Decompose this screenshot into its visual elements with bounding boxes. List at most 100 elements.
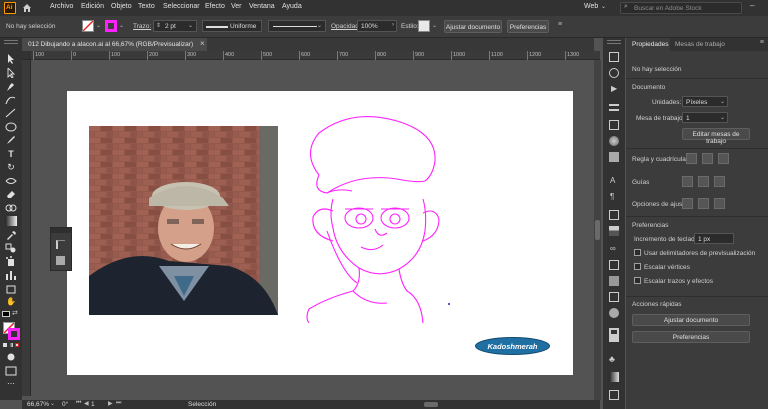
home-icon[interactable] — [22, 3, 32, 13]
drawing-modes-icon[interactable] — [5, 352, 17, 362]
edit-toolbar-icon[interactable]: ⋯ — [5, 380, 17, 390]
asset-export-icon[interactable] — [609, 390, 619, 400]
layers-stack-icon[interactable] — [609, 334, 619, 342]
stroke-swatch-icon[interactable] — [105, 20, 117, 32]
scale-strokes-checkbox[interactable] — [634, 277, 641, 284]
stock-search[interactable]: ⌕ Buscar en Adobe Stock — [620, 2, 742, 14]
graphic-style-swatch[interactable] — [418, 20, 430, 32]
floating-panel-header[interactable] — [51, 228, 71, 233]
vector-line-drawing[interactable] — [297, 113, 462, 323]
snap-to-glyph-icon[interactable] — [714, 198, 725, 209]
lock-guides-icon[interactable] — [698, 176, 709, 187]
smart-guides-icon[interactable] — [714, 176, 725, 187]
column-graph-tool-icon[interactable] — [5, 270, 17, 280]
transparency-panel-icon[interactable] — [609, 308, 619, 318]
stroke-weight-chevron-icon[interactable]: ⌄ — [188, 22, 193, 29]
menu-item-efecto[interactable]: Efecto — [205, 3, 225, 10]
selection-tool-icon[interactable] — [5, 54, 17, 64]
keyboard-increment-field[interactable]: 1 px — [694, 233, 734, 244]
rotation-angle[interactable]: 0° — [62, 401, 68, 408]
opacity-chevron-icon[interactable]: › — [392, 22, 394, 28]
fill-stroke-default-icon[interactable] — [2, 311, 10, 317]
stroke-label[interactable]: Trazo: — [133, 23, 151, 30]
panel-menu-icon[interactable]: ≡ — [558, 21, 562, 28]
menu-item-texto[interactable]: Texto — [138, 3, 155, 10]
panel-options-icon[interactable]: ≡ — [760, 39, 764, 46]
zoom-chevron-icon[interactable]: ⌄ — [50, 400, 55, 407]
rotate-tool-icon[interactable]: ↻ — [5, 162, 17, 172]
zoom-level[interactable]: 66,67% — [27, 401, 49, 408]
transform-icon[interactable] — [56, 256, 65, 265]
graphic-styles-icon[interactable] — [609, 276, 619, 286]
ellipse-tool-icon[interactable] — [5, 122, 17, 132]
ruler-origin-corner[interactable] — [22, 51, 31, 59]
stroke-chevron-icon[interactable]: ⌄ — [119, 22, 124, 29]
vertical-scroll-thumb[interactable] — [595, 220, 600, 240]
snap-to-point-icon[interactable] — [682, 198, 693, 209]
strip-collapse-icon[interactable] — [607, 40, 621, 44]
opacity-field[interactable]: 100% › — [357, 20, 397, 32]
artboard-number[interactable]: 1 — [91, 401, 95, 408]
document-tab[interactable]: 012 Dibujando a alacon.ai al 66,67% (RGB… — [22, 38, 207, 51]
curvature-tool-icon[interactable] — [5, 95, 17, 105]
preferences-button[interactable]: Preferencias — [507, 20, 549, 33]
menu-item-seleccionar[interactable]: Seleccionar — [163, 3, 200, 10]
gradient-panel-icon[interactable] — [609, 372, 619, 382]
quick-preferences-button[interactable]: Preferencias — [632, 331, 750, 343]
prev-artboard-icon[interactable]: ◀ — [84, 400, 89, 407]
tab-properties[interactable]: Propiedades — [626, 38, 670, 51]
color-mode-buttons[interactable] — [3, 343, 19, 348]
variable-width-profile-select[interactable]: ⌄ — [268, 20, 326, 32]
appearance-panel-icon[interactable] — [609, 226, 619, 236]
actions-play-icon[interactable]: ▶ — [611, 84, 617, 93]
show-guides-icon[interactable] — [682, 176, 693, 187]
pen-tool-icon[interactable] — [5, 82, 17, 92]
fill-chevron-icon[interactable]: ⌄ — [96, 22, 101, 29]
glyphs-panel-icon[interactable] — [609, 210, 619, 220]
swap-fill-stroke-icon[interactable]: ⇄ — [12, 309, 18, 317]
color-guide-icon[interactable] — [609, 136, 619, 146]
gradient-tool-icon[interactable] — [5, 216, 17, 226]
snap-to-pixel-icon[interactable] — [698, 198, 709, 209]
color-mode-color-icon[interactable] — [3, 343, 7, 347]
direct-selection-tool-icon[interactable] — [5, 66, 17, 79]
layers-panel-icon[interactable] — [609, 104, 619, 111]
brush-profile-select[interactable]: Uniforme — [202, 20, 262, 32]
menu-item-archivo[interactable]: Archivo — [50, 3, 73, 10]
blend-tool-icon[interactable] — [5, 243, 17, 253]
type-tool-icon[interactable]: T — [5, 149, 17, 159]
first-artboard-icon[interactable]: ⏮ — [76, 400, 81, 407]
artboard-tool-icon[interactable] — [5, 284, 17, 294]
hand-tool-icon[interactable]: ✋ — [5, 297, 17, 307]
eraser-tool-icon[interactable] — [5, 189, 17, 199]
line-segment-tool-icon[interactable] — [5, 108, 17, 118]
brushes-panel-icon[interactable] — [609, 260, 619, 270]
quick-adjust-document-button[interactable]: Ajustar documento — [632, 314, 750, 326]
style-chevron-icon[interactable]: ⌄ — [432, 22, 437, 29]
libraries-panel-icon[interactable] — [609, 68, 619, 78]
shape-builder-tool-icon[interactable] — [5, 203, 17, 213]
paintbrush-tool-icon[interactable] — [5, 135, 17, 145]
scale-corners-checkbox[interactable] — [634, 263, 641, 270]
properties-panel-icon[interactable] — [609, 52, 619, 62]
stroke-color-swatch[interactable] — [8, 328, 20, 340]
symbols-panel-icon[interactable]: ♣ — [609, 354, 615, 364]
artboard[interactable]: Kadoshmerah — [67, 91, 573, 375]
edit-artboards-button[interactable]: Editar mesas de trabajo — [682, 128, 750, 145]
menu-item-ayuda[interactable]: Ayuda — [282, 3, 302, 10]
swatches-panel-icon[interactable] — [609, 152, 619, 162]
grid-toggle-icon[interactable] — [702, 153, 713, 164]
fill-swatch-icon[interactable] — [82, 20, 94, 32]
tab-artboards[interactable]: Mesas de trabajo — [675, 41, 725, 48]
preview-bounds-checkbox[interactable] — [634, 249, 641, 256]
character-panel-icon[interactable]: A — [610, 176, 615, 185]
stray-anchor-point[interactable] — [448, 303, 450, 305]
symbol-sprayer-tool-icon[interactable] — [5, 256, 17, 266]
placed-photo[interactable] — [89, 126, 278, 315]
color-mode-none-icon[interactable] — [15, 343, 19, 347]
vertical-scrollbar[interactable] — [594, 60, 601, 400]
stroke-weight-field[interactable]: ⇕ 2 pt ⌄ — [153, 20, 197, 32]
toolbar-collapse-icon[interactable] — [4, 40, 18, 44]
workspace-chevron-icon[interactable]: ⌄ — [601, 3, 606, 10]
menu-item-ver[interactable]: Ver — [231, 3, 242, 10]
